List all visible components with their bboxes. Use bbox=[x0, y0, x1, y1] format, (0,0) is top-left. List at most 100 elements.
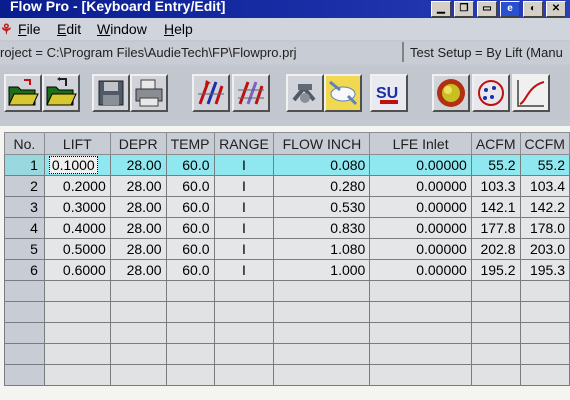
table-row[interactable]: 1 0.1000 28.00 60.0 I 0.080 0.00000 55.2… bbox=[4, 154, 570, 176]
range-cell[interactable]: I bbox=[213, 238, 275, 260]
scatter-plot-icon[interactable] bbox=[472, 74, 510, 112]
empty-cell[interactable] bbox=[369, 280, 472, 302]
empty-cell[interactable] bbox=[470, 301, 521, 323]
empty-cell[interactable] bbox=[519, 364, 570, 386]
empty-row[interactable] bbox=[4, 322, 570, 344]
empty-cell[interactable] bbox=[273, 364, 371, 386]
depr-cell[interactable]: 28.00 bbox=[109, 217, 167, 239]
gear-arrows-icon[interactable] bbox=[286, 74, 324, 112]
restore-button[interactable]: ❐ bbox=[454, 1, 474, 17]
empty-cell[interactable] bbox=[519, 343, 570, 365]
lfe-inlet-cell[interactable]: 0.00000 bbox=[369, 259, 472, 281]
header-range[interactable]: RANGE bbox=[213, 132, 275, 155]
flow-inch-cell[interactable]: 0.080 bbox=[273, 154, 371, 176]
disk-icon[interactable] bbox=[92, 74, 130, 112]
header-ccfm[interactable]: CCFM bbox=[519, 132, 570, 155]
header-temp[interactable]: TEMP bbox=[165, 132, 215, 155]
flow-inch-cell[interactable]: 0.530 bbox=[273, 196, 371, 218]
empty-cell[interactable] bbox=[369, 322, 472, 344]
table-row[interactable]: 4 0.4000 28.00 60.0 I 0.830 0.00000 177.… bbox=[4, 217, 570, 239]
su-magnet-icon[interactable]: SU bbox=[370, 74, 408, 112]
active-cell-editor[interactable]: 0.1000 bbox=[48, 156, 98, 174]
menu-edit[interactable]: Edit bbox=[57, 18, 81, 40]
flow-inch-cell[interactable]: 1.080 bbox=[273, 238, 371, 260]
empty-cell[interactable] bbox=[165, 301, 215, 323]
empty-cell[interactable] bbox=[369, 364, 472, 386]
lfe-inlet-cell[interactable]: 0.00000 bbox=[369, 217, 472, 239]
range-cell[interactable]: I bbox=[213, 259, 275, 281]
depr-cell[interactable]: 28.00 bbox=[109, 196, 167, 218]
depr-cell[interactable]: 28.00 bbox=[109, 238, 167, 260]
lfe-inlet-cell[interactable]: 0.00000 bbox=[369, 175, 472, 197]
lfe-inlet-cell[interactable]: 0.00000 bbox=[369, 238, 472, 260]
empty-cell[interactable] bbox=[109, 322, 167, 344]
lfe-inlet-cell[interactable]: 0.00000 bbox=[369, 154, 472, 176]
app-icon[interactable]: ◐ bbox=[523, 1, 543, 17]
empty-row[interactable] bbox=[4, 343, 570, 365]
header-lift[interactable]: LIFT bbox=[43, 132, 111, 155]
range-cell[interactable]: I bbox=[213, 217, 275, 239]
empty-cell[interactable] bbox=[165, 280, 215, 302]
table-row[interactable]: 2 0.2000 28.00 60.0 I 0.280 0.00000 103.… bbox=[4, 175, 570, 197]
system-menu-icon[interactable]: ⚘ bbox=[0, 18, 14, 40]
empty-cell[interactable] bbox=[43, 364, 111, 386]
menu-window[interactable]: Window bbox=[97, 18, 147, 40]
lift-cell[interactable]: 0.6000 bbox=[43, 259, 111, 281]
empty-cell[interactable] bbox=[470, 364, 521, 386]
empty-cell[interactable] bbox=[165, 364, 215, 386]
temp-cell[interactable]: 60.0 bbox=[165, 217, 215, 239]
open-folder-icon[interactable] bbox=[4, 74, 42, 112]
flow-inch-cell[interactable]: 0.280 bbox=[273, 175, 371, 197]
empty-cell[interactable] bbox=[470, 322, 521, 344]
header-lfe-inlet[interactable]: LFE Inlet bbox=[369, 132, 472, 155]
lift-cell[interactable]: 0.1000 bbox=[43, 154, 111, 176]
temp-cell[interactable]: 60.0 bbox=[165, 175, 215, 197]
empty-cell[interactable] bbox=[273, 280, 371, 302]
menu-file[interactable]: File bbox=[18, 18, 41, 40]
empty-cell[interactable] bbox=[273, 343, 371, 365]
folder-button[interactable]: ▭ bbox=[477, 1, 497, 17]
empty-cell[interactable] bbox=[109, 343, 167, 365]
flow-inch-cell[interactable]: 1.000 bbox=[273, 259, 371, 281]
flow-inch-cell[interactable]: 0.830 bbox=[273, 217, 371, 239]
close-button[interactable]: ✕ bbox=[546, 1, 566, 17]
lift-cell[interactable]: 0.3000 bbox=[43, 196, 111, 218]
empty-row[interactable] bbox=[4, 280, 570, 302]
header-flow-inch[interactable]: FLOW INCH bbox=[273, 132, 371, 155]
empty-cell[interactable] bbox=[519, 322, 570, 344]
header-depr[interactable]: DEPR bbox=[109, 132, 167, 155]
empty-cell[interactable] bbox=[109, 280, 167, 302]
depr-cell[interactable]: 28.00 bbox=[109, 259, 167, 281]
save-folder-icon[interactable] bbox=[42, 74, 80, 112]
table-row[interactable]: 6 0.6000 28.00 60.0 I 1.000 0.00000 195.… bbox=[4, 259, 570, 281]
empty-cell[interactable] bbox=[213, 280, 275, 302]
lift-cell[interactable]: 0.4000 bbox=[43, 217, 111, 239]
depr-cell[interactable]: 28.00 bbox=[109, 175, 167, 197]
header-no[interactable]: No. bbox=[4, 132, 45, 155]
empty-cell[interactable] bbox=[213, 364, 275, 386]
empty-cell[interactable] bbox=[109, 364, 167, 386]
temp-cell[interactable]: 60.0 bbox=[165, 259, 215, 281]
temp-cell[interactable]: 60.0 bbox=[165, 238, 215, 260]
cloud-icon[interactable] bbox=[324, 74, 362, 112]
empty-cell[interactable] bbox=[369, 343, 472, 365]
empty-cell[interactable] bbox=[369, 301, 472, 323]
table-row[interactable]: 5 0.5000 28.00 60.0 I 1.080 0.00000 202.… bbox=[4, 238, 570, 260]
lfe-inlet-cell[interactable]: 0.00000 bbox=[369, 196, 472, 218]
temp-cell[interactable]: 60.0 bbox=[165, 196, 215, 218]
empty-cell[interactable] bbox=[273, 301, 371, 323]
curve-plot-icon[interactable] bbox=[512, 74, 550, 112]
empty-row[interactable] bbox=[4, 364, 570, 386]
menu-help[interactable]: Help bbox=[164, 18, 193, 40]
table-row[interactable]: 3 0.3000 28.00 60.0 I 0.530 0.00000 142.… bbox=[4, 196, 570, 218]
empty-cell[interactable] bbox=[273, 322, 371, 344]
range-cell[interactable]: I bbox=[213, 154, 275, 176]
empty-cell[interactable] bbox=[43, 301, 111, 323]
empty-cell[interactable] bbox=[470, 343, 521, 365]
empty-cell[interactable] bbox=[165, 322, 215, 344]
flow-arrows-alt-icon[interactable] bbox=[232, 74, 270, 112]
empty-row[interactable] bbox=[4, 301, 570, 323]
empty-cell[interactable] bbox=[109, 301, 167, 323]
browser-icon[interactable]: e bbox=[500, 1, 520, 17]
empty-cell[interactable] bbox=[43, 280, 111, 302]
